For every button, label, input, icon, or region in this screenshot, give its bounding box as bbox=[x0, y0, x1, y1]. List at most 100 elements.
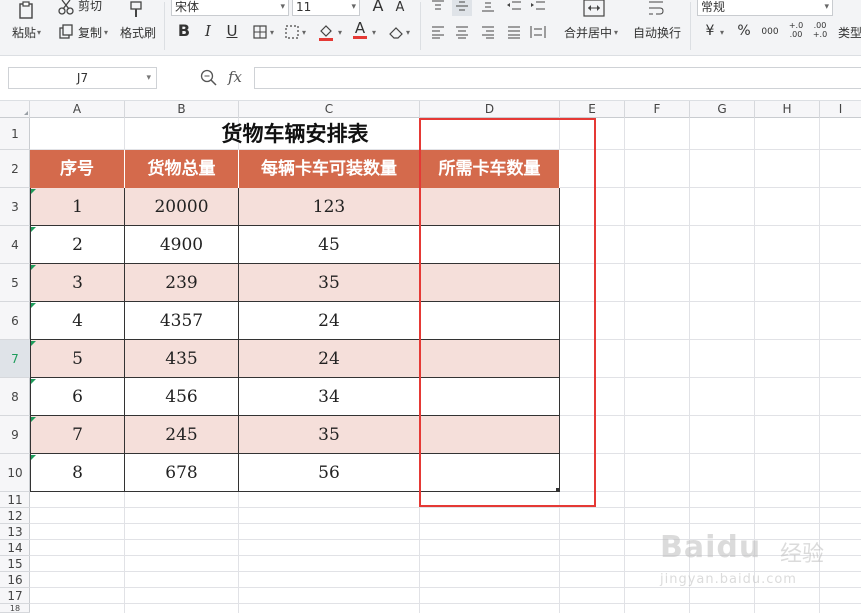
row-header[interactable]: 10 bbox=[0, 454, 30, 492]
column-header[interactable]: C bbox=[239, 101, 420, 118]
fill-pattern-dropdown-icon[interactable]: ▾ bbox=[302, 28, 306, 37]
percent-button[interactable]: % bbox=[734, 22, 754, 40]
table-cell[interactable] bbox=[420, 188, 560, 226]
row-header[interactable]: 5 bbox=[0, 264, 30, 302]
row-header-selected[interactable]: 7 bbox=[0, 340, 30, 378]
wrap-text-button[interactable]: 自动换行 bbox=[633, 26, 681, 40]
fill-color-icon[interactable] bbox=[316, 22, 336, 42]
table-cell[interactable] bbox=[420, 416, 560, 454]
shrink-font-button[interactable]: A bbox=[390, 0, 410, 17]
paste-icon[interactable] bbox=[16, 0, 36, 20]
align-left-icon[interactable] bbox=[428, 22, 448, 42]
header-cell[interactable]: 每辆卡车可装数量 bbox=[239, 150, 420, 188]
decrease-decimal-button[interactable]: .00 +.0 bbox=[810, 21, 830, 39]
table-cell[interactable]: 678 bbox=[125, 454, 239, 492]
table-cell[interactable]: 4357 bbox=[125, 302, 239, 340]
column-header[interactable]: G bbox=[690, 101, 755, 118]
border-icon[interactable] bbox=[250, 22, 270, 42]
table-cell[interactable]: 45 bbox=[239, 226, 420, 264]
table-cell[interactable]: 5 bbox=[30, 340, 125, 378]
table-cell[interactable]: 24 bbox=[239, 340, 420, 378]
align-right-icon[interactable] bbox=[478, 22, 498, 42]
format-painter-icon[interactable] bbox=[126, 0, 146, 20]
table-cell[interactable]: 35 bbox=[239, 416, 420, 454]
underline-button[interactable]: U bbox=[222, 22, 242, 40]
column-header[interactable]: A bbox=[30, 101, 125, 118]
font-color-dropdown-icon[interactable]: ▾ bbox=[372, 28, 376, 37]
table-cell[interactable]: 3 bbox=[30, 264, 125, 302]
row-header[interactable]: 11 bbox=[0, 492, 30, 508]
row-header[interactable]: 15 bbox=[0, 556, 30, 572]
table-cell[interactable] bbox=[420, 226, 560, 264]
row-header[interactable]: 1 bbox=[0, 118, 30, 150]
font-size-select[interactable]: 11 ▾ bbox=[292, 0, 360, 16]
format-painter-button[interactable]: 格式刷 bbox=[120, 26, 156, 40]
table-cell[interactable] bbox=[420, 340, 560, 378]
type-convert-button[interactable]: 类型 bbox=[838, 26, 861, 40]
table-cell[interactable]: 1 bbox=[30, 188, 125, 226]
row-header[interactable]: 8 bbox=[0, 378, 30, 416]
font-color-button[interactable]: A bbox=[350, 19, 370, 37]
column-header[interactable]: H bbox=[755, 101, 820, 118]
table-cell[interactable]: 6 bbox=[30, 378, 125, 416]
header-cell[interactable]: 序号 bbox=[30, 150, 125, 188]
sheet-title-cell[interactable]: 货物车辆安排表 bbox=[30, 118, 560, 150]
copy-button[interactable]: 复制 bbox=[78, 26, 102, 40]
row-header[interactable]: 6 bbox=[0, 302, 30, 340]
distribute-icon[interactable] bbox=[528, 22, 548, 42]
row-header[interactable]: 17 bbox=[0, 588, 30, 604]
grow-font-button[interactable]: A bbox=[368, 0, 388, 15]
row-header[interactable]: 3 bbox=[0, 188, 30, 226]
table-cell[interactable]: 123 bbox=[239, 188, 420, 226]
zoom-search-icon[interactable] bbox=[200, 69, 218, 87]
merge-center-icon[interactable] bbox=[582, 0, 606, 18]
table-cell[interactable]: 35 bbox=[239, 264, 420, 302]
copy-icon[interactable] bbox=[56, 22, 76, 42]
eraser-dropdown-icon[interactable]: ▾ bbox=[406, 28, 410, 37]
bold-button[interactable]: B bbox=[174, 22, 194, 40]
cut-button[interactable]: 剪切 bbox=[78, 0, 102, 13]
table-cell[interactable]: 7 bbox=[30, 416, 125, 454]
formula-input[interactable] bbox=[254, 67, 861, 89]
row-header[interactable]: 12 bbox=[0, 508, 30, 524]
row-header[interactable]: 9 bbox=[0, 416, 30, 454]
name-box[interactable]: J7 ▾ bbox=[8, 67, 157, 89]
align-center-icon[interactable] bbox=[452, 22, 472, 42]
justify-icon[interactable] bbox=[504, 22, 524, 42]
eraser-icon[interactable] bbox=[386, 22, 406, 42]
copy-dropdown-icon[interactable]: ▾ bbox=[104, 28, 108, 37]
paste-button[interactable]: 粘贴 bbox=[12, 26, 36, 40]
fx-icon[interactable]: fx bbox=[228, 68, 242, 86]
align-bottom-icon[interactable] bbox=[478, 0, 498, 16]
table-cell[interactable]: 456 bbox=[125, 378, 239, 416]
decrease-indent-icon[interactable] bbox=[504, 0, 524, 16]
row-header[interactable]: 18 bbox=[0, 604, 30, 613]
table-cell[interactable]: 2 bbox=[30, 226, 125, 264]
header-cell[interactable]: 所需卡车数量 bbox=[420, 150, 560, 188]
border-dropdown-icon[interactable]: ▾ bbox=[270, 28, 274, 37]
increase-decimal-button[interactable]: +.0 .00 bbox=[786, 21, 806, 39]
table-cell[interactable] bbox=[420, 264, 560, 302]
table-cell[interactable] bbox=[420, 454, 560, 492]
column-header[interactable]: F bbox=[625, 101, 690, 118]
row-header[interactable]: 14 bbox=[0, 540, 30, 556]
align-middle-icon[interactable] bbox=[452, 0, 472, 16]
fill-handle[interactable] bbox=[556, 488, 560, 492]
fill-pattern-icon[interactable] bbox=[282, 22, 302, 42]
fill-color-dropdown-icon[interactable]: ▾ bbox=[338, 28, 342, 37]
merge-center-dropdown-icon[interactable]: ▾ bbox=[614, 28, 618, 37]
select-all-corner[interactable] bbox=[0, 101, 30, 118]
table-cell[interactable]: 34 bbox=[239, 378, 420, 416]
wrap-text-icon[interactable] bbox=[646, 0, 666, 18]
table-cell[interactable]: 435 bbox=[125, 340, 239, 378]
table-cell[interactable]: 4900 bbox=[125, 226, 239, 264]
font-name-select[interactable]: 宋体 ▾ bbox=[171, 0, 289, 16]
row-header[interactable]: 4 bbox=[0, 226, 30, 264]
table-cell[interactable]: 239 bbox=[125, 264, 239, 302]
column-header[interactable]: D bbox=[420, 101, 560, 118]
table-cell[interactable] bbox=[420, 378, 560, 416]
italic-button[interactable]: I bbox=[198, 22, 218, 40]
table-cell[interactable]: 20000 bbox=[125, 188, 239, 226]
currency-button[interactable]: ¥ bbox=[700, 22, 720, 40]
table-cell[interactable]: 8 bbox=[30, 454, 125, 492]
